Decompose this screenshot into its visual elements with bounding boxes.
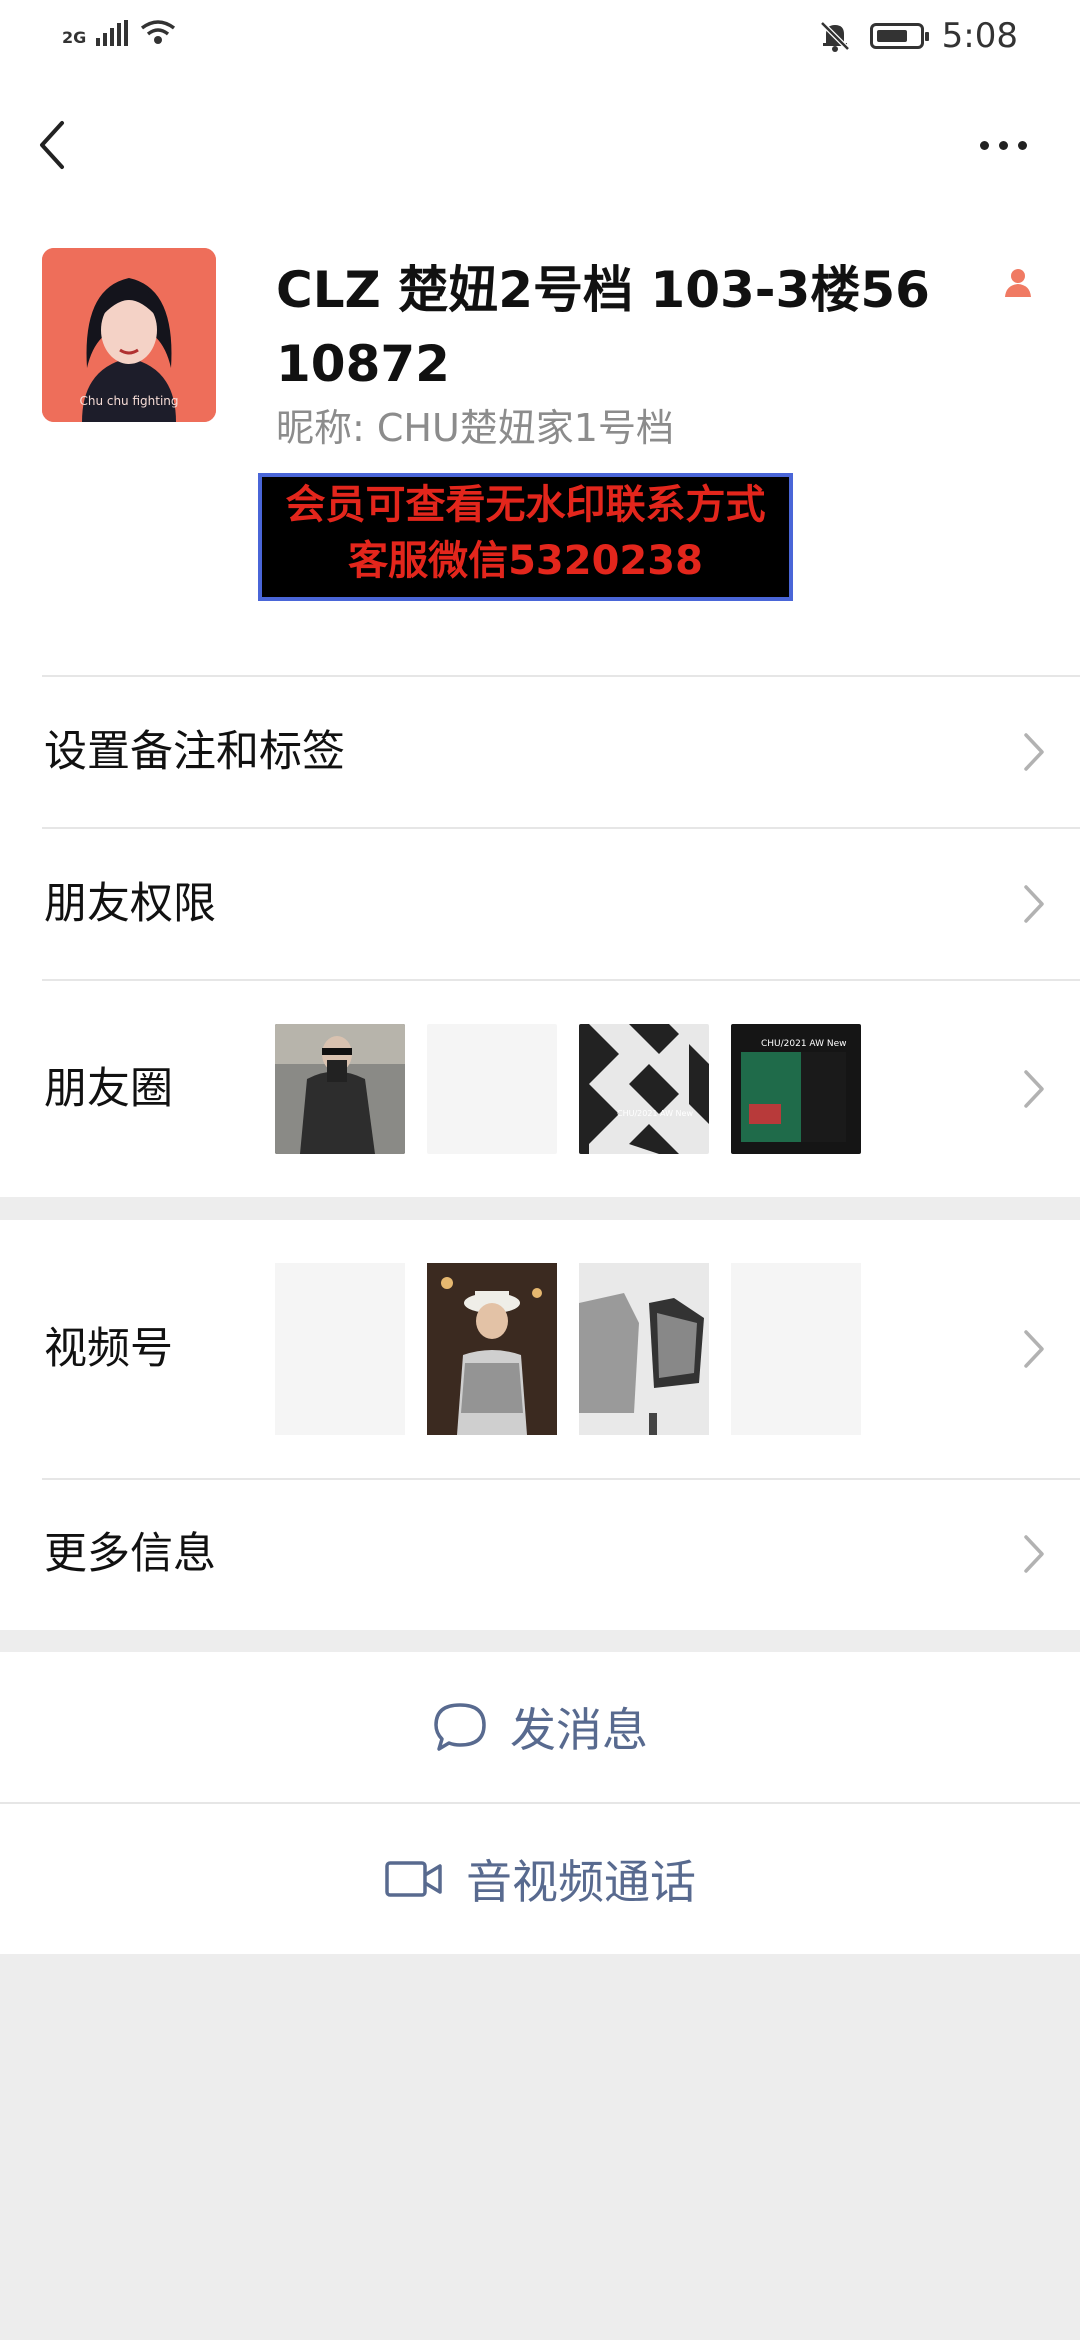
- send-message-label: 发消息: [510, 1703, 648, 1757]
- female-person-icon: [1005, 269, 1031, 297]
- menu-section-1: 设置备注和标签 朋友权限 朋友圈 CHU/2021 AW New CHU/202…: [0, 675, 1080, 1197]
- chevron-right-icon: [1024, 885, 1044, 923]
- status-right: 5:08: [818, 14, 1018, 58]
- nickname: 昵称: CHU楚妞家1号档: [276, 406, 674, 450]
- status-left: 2G: [62, 18, 178, 46]
- video-call-button[interactable]: 音视频通话: [0, 1804, 1080, 1954]
- more-info-label: 更多信息: [44, 1529, 216, 1579]
- watermark-line-2: 客服微信5320238: [348, 538, 703, 584]
- moments-thumb-1[interactable]: [275, 1024, 405, 1154]
- channels-thumb-3[interactable]: [579, 1263, 709, 1435]
- status-bar: 2G 5:08: [0, 0, 1080, 75]
- moments-thumb-4[interactable]: CHU/2021 AW New: [731, 1024, 861, 1154]
- avatar[interactable]: Chu chu fighting: [42, 248, 216, 422]
- channels-thumb-2[interactable]: [427, 1263, 557, 1435]
- contact-name: CLZ 楚妞2号档 103-3楼56 10872: [276, 261, 930, 393]
- moments-thumb-3[interactable]: CHU/2021 AW New: [579, 1024, 709, 1154]
- more-button[interactable]: [980, 135, 1040, 155]
- remark-row[interactable]: 设置备注和标签: [0, 677, 1080, 827]
- chat-bubble-icon: [434, 1703, 486, 1751]
- profile-header: Chu chu fighting CLZ 楚妞2号档 103-3楼56 1087…: [0, 205, 1080, 675]
- chevron-right-icon: [1024, 733, 1044, 771]
- chevron-right-icon: [1024, 1535, 1044, 1573]
- send-message-button[interactable]: 发消息: [0, 1652, 1080, 1802]
- thumb-caption: CHU/2021 AW New: [761, 1039, 847, 1049]
- chevron-right-icon: [1024, 1330, 1044, 1368]
- menu-section-2: 视频号 更多信息: [0, 1220, 1080, 1630]
- battery-icon: [869, 23, 929, 49]
- moments-row[interactable]: 朋友圈 CHU/2021 AW New CHU/2021 AW New: [0, 981, 1080, 1197]
- chevron-right-icon: [1024, 1070, 1044, 1108]
- back-button[interactable]: [32, 115, 82, 175]
- ellipsis-dot: [1018, 140, 1027, 150]
- network-type: 2G: [62, 28, 87, 47]
- watermark-line-1: 会员可查看无水印联系方式: [285, 482, 766, 528]
- channels-label: 视频号: [44, 1324, 173, 1374]
- top-nav: [0, 75, 1080, 205]
- status-time: 5:08: [941, 16, 1018, 56]
- permissions-row[interactable]: 朋友权限: [0, 829, 1080, 979]
- watermark-banner: 会员可查看无水印联系方式 客服微信5320238: [258, 473, 793, 601]
- channels-thumb-1[interactable]: [275, 1263, 405, 1435]
- moments-label: 朋友圈: [44, 1064, 173, 1114]
- channels-thumb-4[interactable]: [731, 1263, 861, 1435]
- moments-thumb-2[interactable]: [427, 1024, 557, 1154]
- remark-label: 设置备注和标签: [44, 727, 345, 777]
- video-camera-icon: [385, 1861, 442, 1897]
- avatar-caption: Chu chu fighting: [79, 394, 179, 408]
- wifi-icon: [141, 20, 176, 44]
- mute-bell-icon: [819, 21, 850, 52]
- ellipsis-dot: [999, 140, 1008, 150]
- video-call-label: 音视频通话: [466, 1855, 696, 1909]
- ellipsis-dot: [980, 140, 989, 150]
- signal-icon: [96, 20, 129, 46]
- more-info-row[interactable]: 更多信息: [0, 1480, 1080, 1630]
- channels-row[interactable]: 视频号: [0, 1220, 1080, 1478]
- permissions-label: 朋友权限: [44, 879, 216, 929]
- thumb-caption: CHU/2021 AW New: [617, 1109, 693, 1118]
